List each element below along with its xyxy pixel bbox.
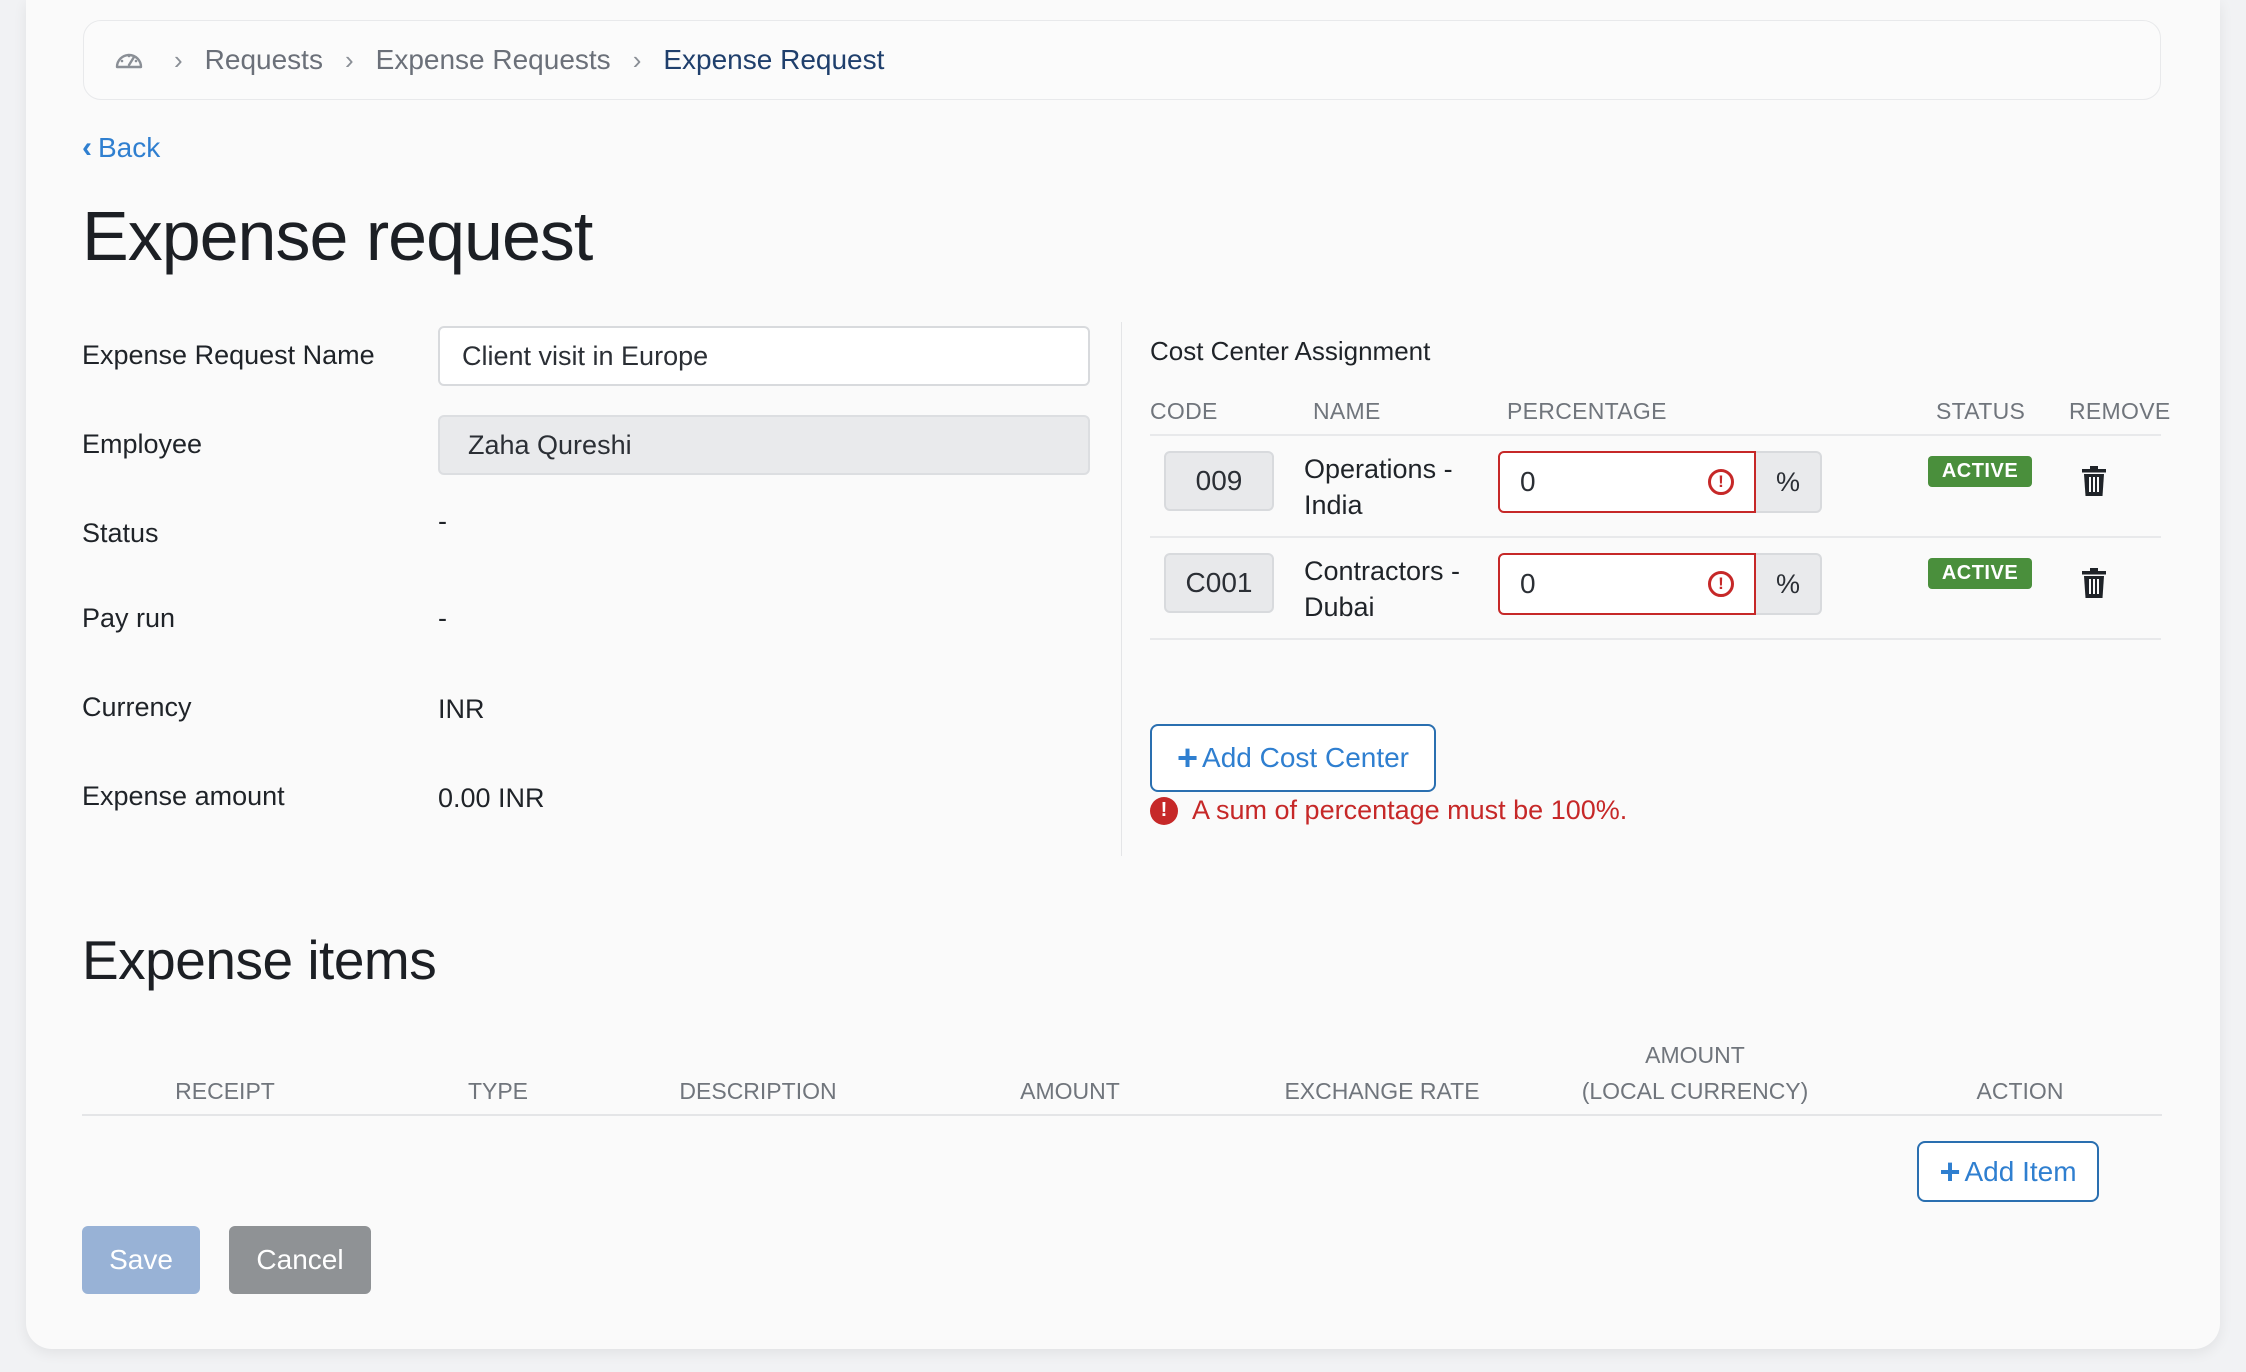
percent-addon: %	[1756, 553, 1822, 615]
payrun-label: Pay run	[82, 603, 176, 633]
percentage-value: 0	[1520, 568, 1536, 599]
percentage-error-text: A sum of percentage must be 100%.	[1192, 795, 1628, 825]
percentage-input[interactable]: 0 !	[1498, 553, 1756, 615]
header-action: ACTION	[1976, 1078, 2064, 1104]
plus-icon: +	[1176, 737, 1199, 778]
breadcrumb-separator: ›	[632, 44, 642, 75]
header-remove: REMOVE	[2069, 398, 2171, 424]
header-type: TYPE	[467, 1078, 529, 1104]
breadcrumb-requests[interactable]: Requests	[205, 44, 323, 76]
status-value: -	[438, 506, 447, 536]
expense-request-name-input[interactable]	[438, 326, 1090, 386]
expense-items-title: Expense items	[82, 929, 437, 991]
breadcrumb-expense-requests[interactable]: Expense Requests	[376, 44, 611, 76]
header-local-amount-line2: (LOCAL CURRENCY)	[1581, 1078, 1809, 1104]
items-header-divider	[82, 1114, 2162, 1116]
percentage-input[interactable]: 0 !	[1498, 451, 1756, 513]
header-receipt: RECEIPT	[175, 1078, 275, 1104]
save-button[interactable]: Save	[82, 1226, 200, 1294]
breadcrumb-current: Expense Request	[663, 44, 885, 75]
add-item-label: Add Item	[1964, 1155, 2077, 1187]
column-divider	[1121, 322, 1122, 856]
breadcrumb-separator: ›	[344, 44, 354, 75]
header-exchange-rate: EXCHANGE RATE	[1284, 1078, 1480, 1104]
percentage-group: 0 ! %	[1498, 451, 1822, 513]
add-item-button[interactable]: + Add Item	[1917, 1141, 2099, 1202]
cost-center-code: 009	[1164, 451, 1274, 511]
employee-label: Employee	[82, 429, 203, 459]
page-title: Expense request	[82, 197, 593, 275]
header-percentage: PERCENTAGE	[1507, 398, 1667, 424]
trash-icon[interactable]	[2080, 568, 2108, 598]
amount-label: Expense amount	[82, 781, 285, 811]
employee-field: Zaha Qureshi	[438, 415, 1090, 475]
amount-value: 0.00 INR	[438, 783, 545, 813]
payrun-value: -	[438, 603, 447, 633]
header-code: CODE	[1150, 398, 1218, 424]
percentage-value: 0	[1520, 466, 1536, 497]
cost-center-name: Operations - India	[1304, 454, 1453, 520]
percentage-group: 0 ! %	[1498, 553, 1822, 615]
back-link[interactable]: ‹ Back	[82, 131, 160, 165]
percent-addon: %	[1756, 451, 1822, 513]
header-local-amount-line1: AMOUNT	[1645, 1042, 1745, 1068]
header-local-amount: AMOUNT (LOCAL CURRENCY)	[1560, 1037, 1830, 1109]
error-icon: !	[1150, 796, 1178, 825]
error-icon: !	[1708, 469, 1734, 495]
chevron-left-icon: ‹	[82, 131, 92, 164]
currency-value: INR	[438, 694, 485, 724]
dashboard-icon[interactable]	[114, 48, 144, 72]
status-badge: ACTIVE	[1928, 456, 2032, 487]
cost-center-title: Cost Center Assignment	[1150, 336, 1431, 366]
table-divider	[1150, 434, 2161, 436]
percentage-error: ! A sum of percentage must be 100%.	[1150, 795, 1627, 826]
header-status: STATUS	[1936, 398, 2026, 424]
header-amount: AMOUNT	[1020, 1078, 1120, 1104]
add-cost-center-button[interactable]: + Add Cost Center	[1150, 724, 1436, 792]
plus-icon: +	[1939, 1150, 1961, 1192]
row-divider	[1150, 536, 2161, 538]
header-description: DESCRIPTION	[679, 1078, 837, 1104]
row-divider	[1150, 638, 2161, 640]
breadcrumb-separator: ›	[174, 44, 183, 75]
cancel-button[interactable]: Cancel	[229, 1226, 371, 1294]
error-icon: !	[1708, 571, 1734, 597]
currency-label: Currency	[82, 692, 192, 722]
add-cost-center-label: Add Cost Center	[1202, 742, 1410, 773]
status-label: Status	[82, 518, 159, 548]
trash-icon[interactable]	[2080, 466, 2108, 496]
cost-center-code: C001	[1164, 553, 1274, 613]
header-name: NAME	[1313, 398, 1381, 424]
name-label: Expense Request Name	[82, 340, 375, 370]
breadcrumb: › Requests › Expense Requests › Expense …	[83, 20, 2161, 100]
cost-center-name: Contractors - Dubai	[1304, 556, 1461, 622]
back-label: Back	[98, 132, 161, 163]
status-badge: ACTIVE	[1928, 558, 2032, 589]
